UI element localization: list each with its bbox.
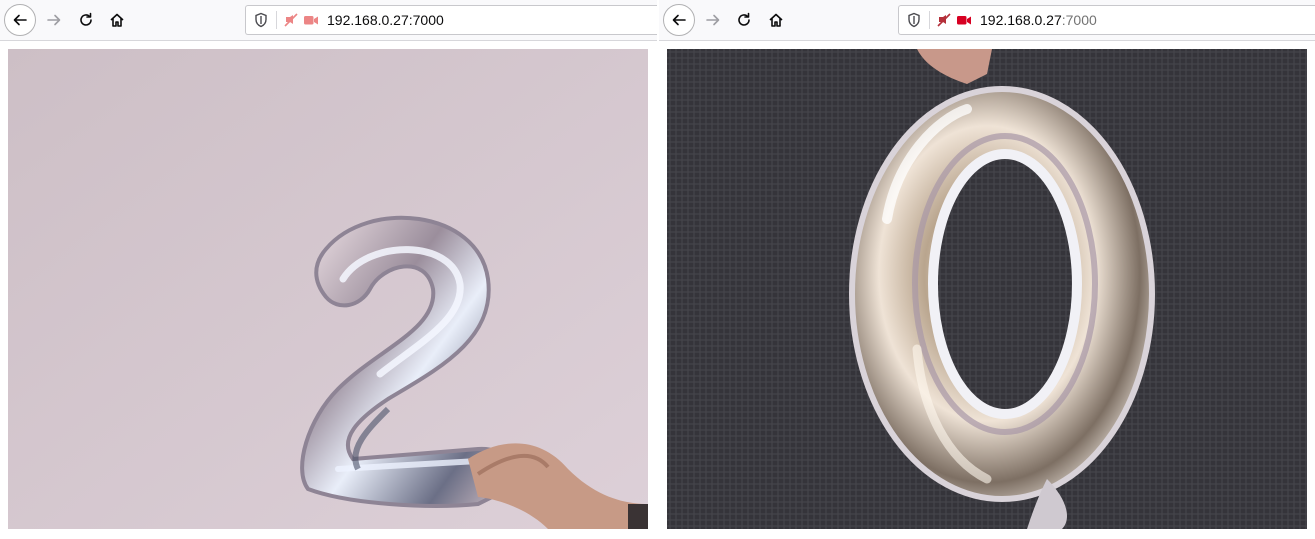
url-bar[interactable]: 192.168.0.27:7000 bbox=[245, 5, 657, 35]
blocked-permission-icon[interactable] bbox=[936, 12, 952, 28]
tracking-shield-icon[interactable] bbox=[253, 12, 269, 28]
home-icon bbox=[769, 13, 783, 27]
url-text[interactable]: 192.168.0.27:7000 bbox=[327, 12, 444, 28]
url-text[interactable]: 192.168.0.27:7000 bbox=[980, 12, 1097, 28]
video-feed-right bbox=[667, 49, 1307, 529]
balloon-two-image bbox=[8, 49, 648, 529]
url-host: 192.168.0.27 bbox=[980, 12, 1062, 28]
home-icon bbox=[110, 13, 124, 27]
reload-icon bbox=[738, 12, 750, 26]
page-content bbox=[659, 41, 1315, 539]
toolbar: 192.168.0.27:7000 bbox=[0, 0, 657, 41]
url-divider bbox=[929, 11, 930, 29]
url-host: 192.168.0.27 bbox=[327, 12, 409, 28]
arrow-left-icon bbox=[672, 14, 686, 26]
toolbar: 192.168.0.27:7000 bbox=[659, 0, 1315, 41]
tracking-shield-icon[interactable] bbox=[906, 12, 922, 28]
reload-button[interactable] bbox=[728, 4, 760, 36]
url-divider bbox=[276, 11, 277, 29]
camera-icon[interactable] bbox=[956, 12, 972, 28]
url-port: :7000 bbox=[408, 12, 444, 28]
arrow-right-icon bbox=[706, 14, 720, 26]
page-content bbox=[0, 41, 657, 539]
arrow-right-icon bbox=[47, 14, 61, 26]
video-feed-left bbox=[8, 49, 648, 529]
reload-button[interactable] bbox=[70, 4, 102, 36]
forward-button[interactable] bbox=[697, 4, 729, 36]
blocked-permission-icon[interactable] bbox=[283, 12, 299, 28]
browser-window-right: 192.168.0.27:7000 bbox=[659, 0, 1315, 539]
home-button[interactable] bbox=[101, 4, 133, 36]
arrow-left-icon bbox=[13, 14, 27, 26]
back-button[interactable] bbox=[663, 4, 695, 36]
reload-icon bbox=[80, 12, 92, 26]
browser-window-left: 192.168.0.27:7000 bbox=[0, 0, 657, 539]
back-button[interactable] bbox=[4, 4, 36, 36]
url-bar[interactable]: 192.168.0.27:7000 bbox=[898, 5, 1315, 35]
url-port: :7000 bbox=[1061, 12, 1097, 28]
home-button[interactable] bbox=[760, 4, 792, 36]
camera-icon[interactable] bbox=[303, 12, 319, 28]
forward-button[interactable] bbox=[38, 4, 70, 36]
balloon-zero-image bbox=[667, 49, 1307, 529]
